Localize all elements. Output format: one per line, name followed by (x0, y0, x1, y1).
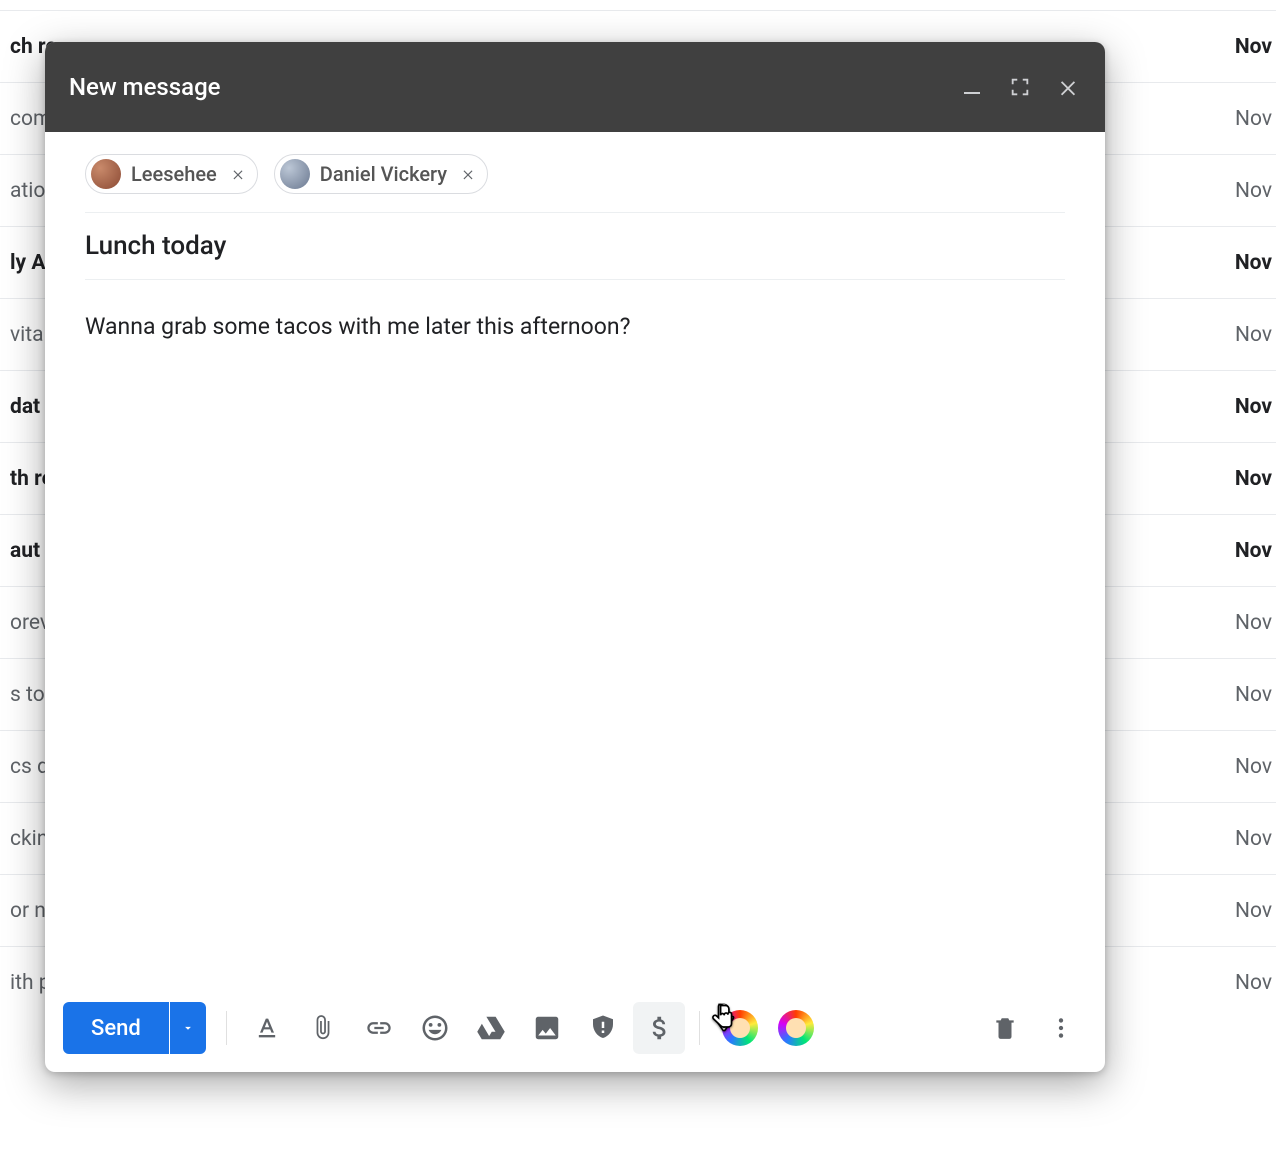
avatar (280, 159, 310, 189)
send-group: Send (63, 1002, 206, 1054)
compose-header-actions (959, 74, 1081, 100)
compose-title: New message (69, 73, 221, 101)
send-options-dropdown[interactable] (170, 1002, 206, 1054)
more-options-icon[interactable] (1035, 1002, 1087, 1054)
recipient-chip[interactable]: Leesehee (85, 154, 258, 194)
discard-draft-icon[interactable] (979, 1002, 1031, 1054)
avatar (91, 159, 121, 189)
attach-file-icon[interactable] (297, 1002, 349, 1054)
send-button[interactable]: Send (63, 1002, 169, 1054)
compose-header: New message (45, 42, 1105, 132)
remove-recipient-icon[interactable] (461, 167, 475, 181)
fullscreen-icon[interactable] (1007, 74, 1033, 100)
recipient-name: Daniel Vickery (320, 162, 447, 186)
compose-body: Leesehee Daniel Vickery (45, 132, 1105, 984)
compose-toolbar: Send (45, 984, 1105, 1072)
insert-emoji-icon[interactable] (409, 1002, 461, 1054)
subject-input[interactable] (85, 231, 1065, 261)
minimize-icon[interactable] (959, 74, 985, 100)
separator (699, 1011, 700, 1045)
compose-window: New message Leesehee Dan (45, 42, 1105, 1072)
separator (226, 1011, 227, 1045)
send-money-icon[interactable] (633, 1002, 685, 1054)
recipients-row[interactable]: Leesehee Daniel Vickery (85, 146, 1065, 213)
formatting-icon[interactable] (241, 1002, 293, 1054)
recipient-name: Leesehee (131, 162, 217, 186)
remove-recipient-icon[interactable] (231, 167, 245, 181)
recipient-chip[interactable]: Daniel Vickery (274, 154, 488, 194)
subject-row (85, 213, 1065, 280)
extension-icon-2[interactable] (770, 1002, 822, 1054)
close-icon[interactable] (1055, 74, 1081, 100)
insert-link-icon[interactable] (353, 1002, 405, 1054)
insert-drive-icon[interactable] (465, 1002, 517, 1054)
extension-icon-1[interactable] (714, 1002, 766, 1054)
message-body[interactable] (85, 280, 1065, 984)
insert-photo-icon[interactable] (521, 1002, 573, 1054)
confidential-mode-icon[interactable] (577, 1002, 629, 1054)
